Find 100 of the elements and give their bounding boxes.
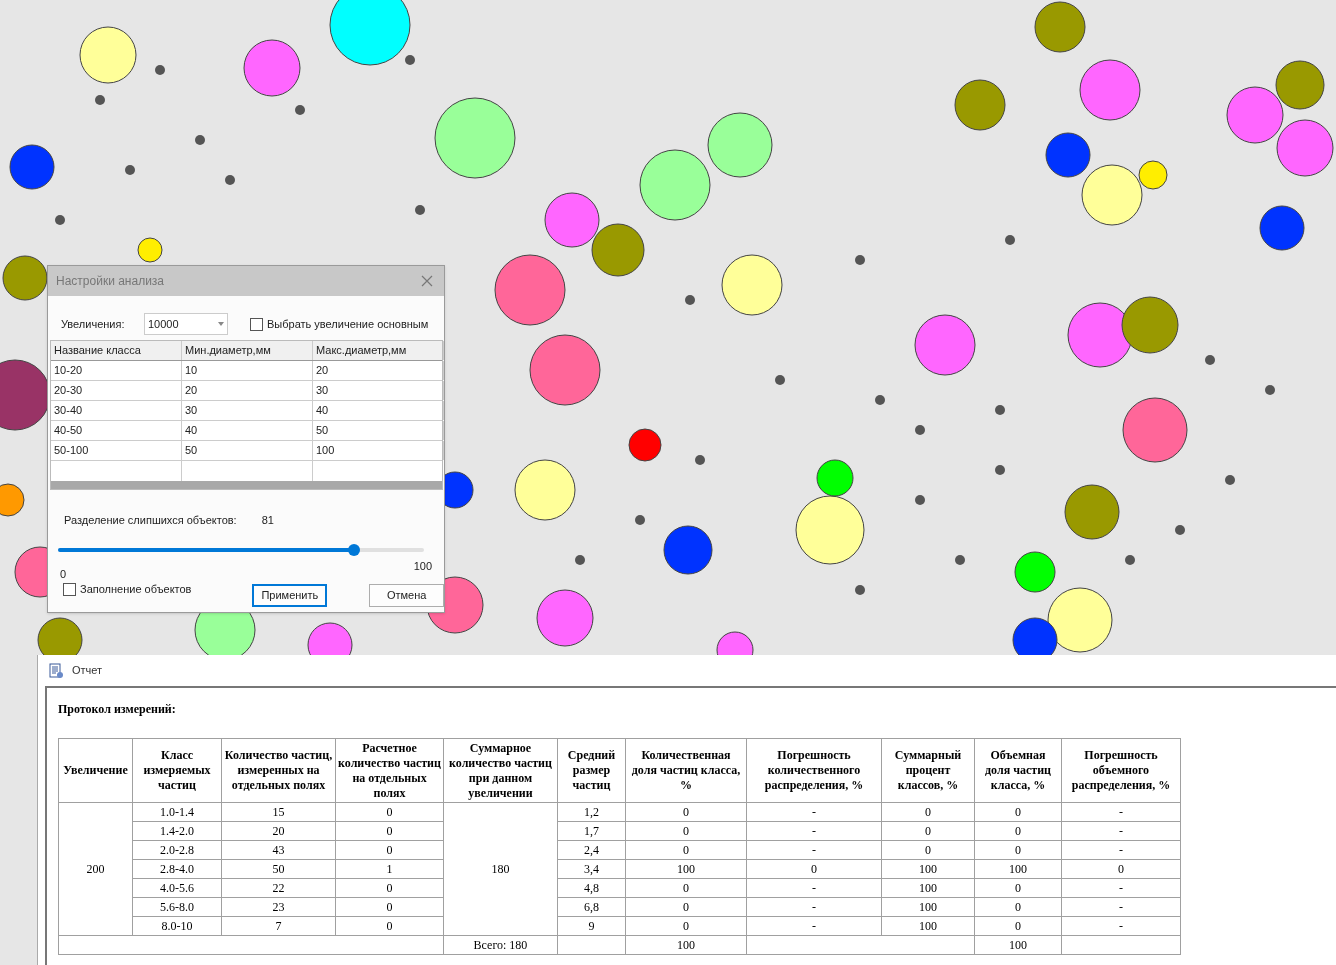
dialog-button[interactable]: Применить (252, 584, 328, 607)
table-cell: 200 (58, 802, 133, 936)
table-cell: 22 (221, 878, 336, 898)
table-cell: 1.4-2.0 (132, 821, 222, 841)
table-column-header: Суммарное количество частиц при данном увеличении (443, 738, 558, 803)
slider-min-label: 0 (60, 566, 67, 582)
grid-cell[interactable]: 50 (313, 421, 444, 440)
checkbox[interactable] (250, 317, 263, 331)
table-cell: 50 (221, 859, 336, 879)
grid-cell[interactable]: 30 (313, 381, 444, 400)
table-column-header: Количество частиц, измеренных на отдельных полях (221, 738, 336, 803)
table-cell: 100 (625, 859, 747, 879)
magnification-select[interactable]: 10000 (144, 313, 228, 335)
table-cell: 0 (746, 859, 882, 879)
checkbox-option[interactable]: Заполнение объектов (63, 581, 253, 598)
magnification-label: Увеличения: (61, 316, 126, 332)
table-cell: 5.6-8.0 (132, 897, 222, 917)
report-heading: Протокол измерений: (58, 701, 176, 718)
table-cell: 0 (974, 916, 1062, 936)
table-cell: 100 (881, 878, 975, 898)
table-cell: - (746, 916, 882, 936)
table-cell: 0 (881, 840, 975, 860)
table-cell: - (1061, 821, 1181, 841)
separation-label: Разделение слипшихся объектов: (64, 513, 237, 528)
table-cell: 2,4 (557, 840, 626, 860)
table-cell: 0 (625, 802, 747, 822)
table-cell: - (746, 878, 882, 898)
table-cell: - (746, 802, 882, 822)
checkbox-option[interactable]: Выбрать увеличение основным (250, 315, 429, 333)
table-cell: 4,8 (557, 878, 626, 898)
table-cell: - (1061, 916, 1181, 936)
grid-column-header[interactable]: Название класса (51, 341, 182, 360)
table-column-header: Средний размер частиц (557, 738, 626, 803)
report-document-icon (48, 662, 64, 679)
checkbox[interactable] (63, 582, 76, 596)
table-cell: 0 (1061, 859, 1181, 879)
table-column-header: Погрешность количественного распределения, % (746, 738, 882, 803)
table-cell: - (1061, 840, 1181, 860)
grid-cell[interactable]: 20-30 (51, 381, 182, 400)
report-title: Отчет (72, 663, 103, 679)
dialog-title: Настройки анализа (56, 273, 165, 290)
table-cell: Всего: 180 (443, 935, 558, 955)
table-cell: 0 (881, 802, 975, 822)
grid-cell[interactable]: 20 (313, 361, 444, 380)
table-cell: 100 (974, 935, 1062, 955)
grid-column-header[interactable]: Мин.диаметр,мм (182, 341, 313, 360)
table-column-header: Увеличение (58, 738, 133, 803)
separation-reading: 81 (261, 513, 274, 528)
grid-cell[interactable]: 20 (182, 381, 313, 400)
table-column-header: Расчетное количество частиц на отдельных полях (335, 738, 444, 803)
table-cell: 0 (974, 840, 1062, 860)
dialog-button[interactable]: Отмена (369, 584, 444, 607)
table-cell: 100 (974, 859, 1062, 879)
table-cell: 0 (974, 897, 1062, 917)
table-cell: 0 (625, 916, 747, 936)
table-cell: 7 (221, 916, 336, 936)
table-cell: 9 (557, 916, 626, 936)
grid-cell[interactable]: 100 (313, 441, 444, 460)
table-column-header: Объемная доля частиц класса, % (974, 738, 1062, 803)
close-icon (421, 275, 433, 287)
table-cell: 0 (625, 821, 747, 841)
slider-thumb[interactable] (348, 543, 361, 556)
grid-cell[interactable]: 50 (182, 441, 313, 460)
table-cell: 4.0-5.6 (132, 878, 222, 898)
slider-max-label: 100 (413, 558, 432, 574)
table-column-header: Класс измеряемых частиц (132, 738, 222, 803)
table-cell: 0 (974, 878, 1062, 898)
grid-cell[interactable]: 40 (313, 401, 444, 420)
grid-cell[interactable]: 30 (182, 401, 313, 420)
table-cell: - (746, 840, 882, 860)
table-cell: 0 (881, 821, 975, 841)
table-cell: 43 (221, 840, 336, 860)
table-cell: - (1061, 802, 1181, 822)
table-cell: 23 (221, 897, 336, 917)
grid-scrollbar[interactable] (51, 481, 442, 489)
table-cell: 20 (221, 821, 336, 841)
grid-cell[interactable]: 40-50 (51, 421, 182, 440)
grid-cell[interactable]: 30-40 (51, 401, 182, 420)
table-cell: - (746, 897, 882, 917)
grid-cell[interactable]: 50-100 (51, 441, 182, 460)
table-cell: 0 (335, 802, 444, 822)
grid-cell[interactable]: 10-20 (51, 361, 182, 380)
table-column-header: Суммарный процент классов, % (881, 738, 975, 803)
table-cell: 100 (625, 935, 747, 955)
table-cell: 2.8-4.0 (132, 859, 222, 879)
grid-cell[interactable]: 10 (182, 361, 313, 380)
table-cell: 3,4 (557, 859, 626, 879)
table-cell: 1,2 (557, 802, 626, 822)
table-cell: 100 (881, 859, 975, 879)
table-cell: 1,7 (557, 821, 626, 841)
table-column-header: Погрешность объемного распределения, % (1061, 738, 1181, 803)
table-cell: - (1061, 878, 1181, 898)
grid-cell[interactable]: 40 (182, 421, 313, 440)
table-cell: 8.0-10 (132, 916, 222, 936)
table-cell: 2.0-2.8 (132, 840, 222, 860)
grid-column-header[interactable]: Макс.диаметр,мм (313, 341, 444, 360)
table-cell: 0 (625, 897, 747, 917)
table-cell: 0 (625, 840, 747, 860)
table-cell: 0 (974, 802, 1062, 822)
table-cell: 0 (974, 821, 1062, 841)
